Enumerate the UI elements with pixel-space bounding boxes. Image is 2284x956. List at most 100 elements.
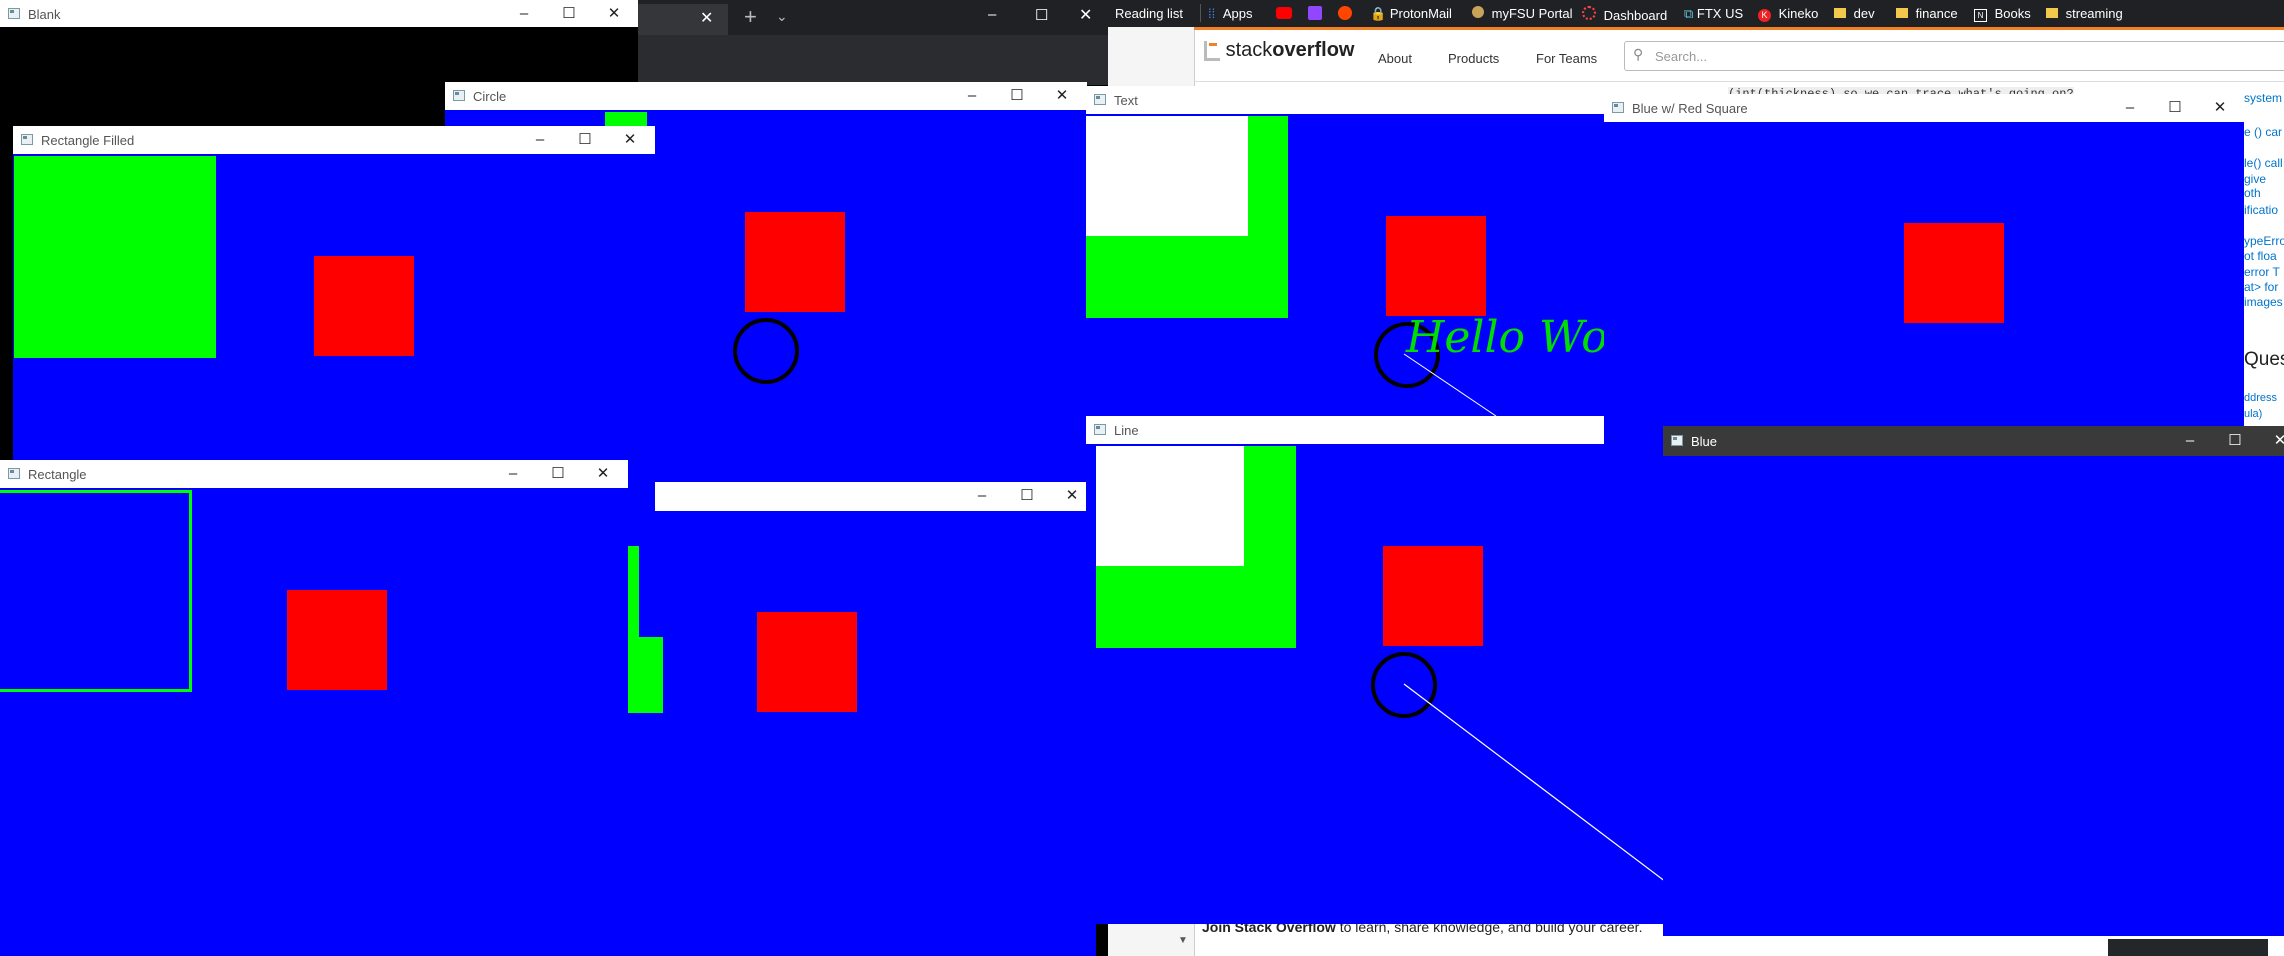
so-right-snippet[interactable]: images	[2244, 295, 2283, 309]
reading-list-link[interactable]: Reading list	[1115, 6, 1183, 21]
ftx-icon: ⧉	[1684, 6, 1694, 21]
minimize-icon[interactable]: –	[502, 3, 546, 25]
browser-minimize-icon[interactable]: –	[988, 6, 996, 23]
youtube-icon[interactable]	[1276, 7, 1292, 19]
window-blue[interactable]: Blue – ☐ ✕	[1663, 426, 2284, 936]
minimize-icon[interactable]: –	[2168, 430, 2212, 452]
folder-icon	[1896, 8, 1908, 18]
maximize-icon[interactable]: ☐	[563, 129, 607, 151]
window-title: Blue w/ Red Square	[1632, 101, 1748, 116]
window-title: Rectangle Filled	[41, 133, 135, 148]
search-icon: ⚲	[1633, 46, 1644, 62]
close-icon[interactable]: ✕	[1040, 85, 1084, 107]
red-square	[287, 590, 387, 690]
so-right-snippet[interactable]: give oth	[2244, 172, 2284, 200]
close-icon[interactable]: ✕	[2198, 97, 2242, 119]
maximize-icon[interactable]: ☐	[2213, 430, 2257, 452]
red-square	[1904, 223, 2004, 323]
so-search-placeholder: Search...	[1655, 49, 1708, 64]
red-square	[745, 212, 845, 312]
window-app-icon	[21, 134, 33, 145]
so-sidebar-heading: Ques	[2244, 349, 2284, 370]
close-icon[interactable]: ✕	[608, 129, 652, 151]
tab-close-icon[interactable]: ✕	[700, 8, 713, 28]
so-nav-products[interactable]: Products	[1448, 51, 1499, 66]
so-right-snippet[interactable]: ificatio	[2244, 203, 2278, 217]
so-right-snippet[interactable]: system	[2244, 91, 2282, 105]
so-nav-about[interactable]: About	[1378, 51, 1412, 66]
close-icon[interactable]: ✕	[592, 3, 636, 25]
maximize-icon[interactable]: ☐	[1005, 485, 1049, 507]
so-nav-for-teams[interactable]: For Teams	[1536, 51, 1597, 66]
so-right-snippet[interactable]: ddress	[2244, 392, 2277, 404]
browser-maximize-icon[interactable]: ☐	[1035, 6, 1048, 24]
window-app-icon	[8, 8, 20, 19]
bookmark-finance[interactable]: finance	[1896, 6, 1958, 21]
notion-icon: N	[1974, 9, 1987, 22]
so-topbar-accent	[1194, 27, 2284, 30]
so-scroll-down-icon[interactable]: ▼	[1178, 935, 1188, 946]
maximize-icon[interactable]: ☐	[547, 3, 591, 25]
so-right-snippet[interactable]: error T	[2244, 265, 2280, 279]
bookmark-streaming[interactable]: streaming	[2046, 6, 2123, 21]
minimize-icon[interactable]: –	[491, 463, 535, 485]
window-untitled[interactable]: – ☐ ✕	[624, 482, 1096, 956]
so-right-snippet[interactable]: ypeErro	[2244, 234, 2284, 248]
so-right-snippet[interactable]: ot floa	[2244, 249, 2277, 263]
fsu-icon	[1472, 6, 1484, 18]
so-right-snippet[interactable]: le() call	[2244, 156, 2283, 170]
bookmark-books[interactable]: N Books	[1974, 6, 2031, 22]
green-filled-rectangle	[14, 156, 216, 358]
so-right-snippet[interactable]: at> for	[2244, 280, 2278, 294]
close-icon[interactable]: ✕	[2258, 430, 2284, 452]
so-header-divider	[1194, 81, 2284, 82]
bookmark-dashboard[interactable]: Dashboard	[1582, 6, 1667, 23]
green-rectangle	[605, 112, 647, 126]
so-right-snippet[interactable]: e () car	[2244, 125, 2282, 139]
maximize-icon[interactable]: ☐	[995, 85, 1039, 107]
white-line	[1403, 683, 1667, 883]
bookmark-apps[interactable]: ⁞⁞ Apps	[1208, 6, 1253, 21]
window-text[interactable]: Text Hello World	[1086, 86, 1606, 416]
minimize-icon[interactable]: –	[2108, 97, 2152, 119]
minimize-icon[interactable]: –	[960, 485, 1004, 507]
bookmark-myfsu[interactable]: myFSU Portal	[1472, 6, 1573, 21]
window-title: Rectangle	[28, 467, 87, 482]
tab-search-icon[interactable]: ⌄	[776, 8, 788, 25]
window-app-icon	[1612, 102, 1624, 113]
window-rectangle[interactable]: Rectangle – ☐ ✕	[0, 460, 628, 956]
green-rectangle	[627, 637, 663, 713]
red-square	[314, 256, 414, 356]
so-signup-button[interactable]	[2108, 939, 2268, 956]
window-line[interactable]: Line	[1086, 416, 1686, 924]
bookmarks-divider	[1200, 4, 1201, 22]
window-app-icon	[1671, 435, 1683, 446]
bookmark-ftx[interactable]: ⧉ FTX US	[1684, 6, 1743, 22]
folder-icon	[2046, 8, 2058, 18]
red-square	[757, 612, 857, 712]
folder-icon	[1834, 8, 1846, 18]
bookmark-dev[interactable]: dev	[1834, 6, 1875, 21]
so-logo-icon	[1204, 40, 1220, 61]
bookmarks-bar: Reading list ⁞⁞ Apps 🔒 ProtonMail myFSU …	[1108, 0, 2284, 27]
black-circle	[733, 318, 799, 384]
window-app-icon	[453, 90, 465, 101]
browser-close-icon[interactable]: ✕	[1079, 5, 1092, 25]
green-outline-rectangle	[0, 490, 192, 692]
window-app-icon	[8, 468, 20, 479]
bookmark-kineko[interactable]: K Kineko	[1758, 6, 1818, 22]
reddit-icon[interactable]	[1338, 6, 1352, 20]
dashboard-icon	[1582, 6, 1596, 20]
so-logo[interactable]: stackoverflow	[1204, 39, 1355, 62]
maximize-icon[interactable]: ☐	[2153, 97, 2197, 119]
close-icon[interactable]: ✕	[581, 463, 625, 485]
twitch-icon[interactable]	[1308, 6, 1322, 20]
so-search-input[interactable]: ⚲ Search...	[1624, 41, 2284, 71]
so-right-snippet[interactable]: ula)	[2244, 408, 2262, 420]
bookmark-protonmail[interactable]: 🔒 ProtonMail	[1370, 6, 1452, 22]
minimize-icon[interactable]: –	[950, 85, 994, 107]
window-title: Blue	[1691, 434, 1718, 449]
maximize-icon[interactable]: ☐	[536, 463, 580, 485]
new-tab-icon[interactable]: +	[744, 4, 757, 30]
minimize-icon[interactable]: –	[518, 129, 562, 151]
